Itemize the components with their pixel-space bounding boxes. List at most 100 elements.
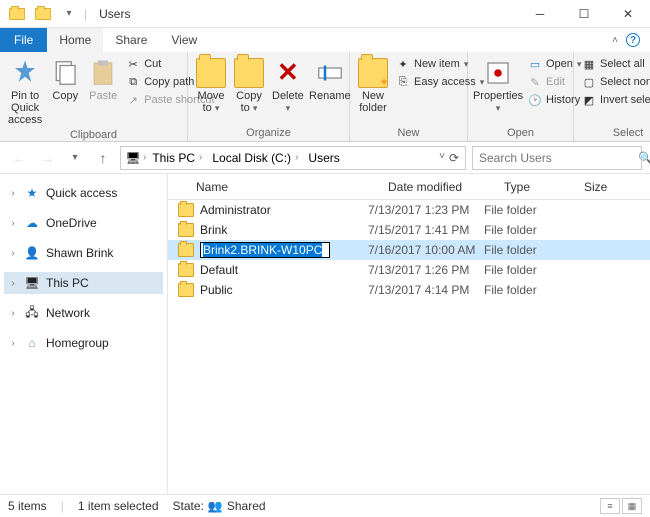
nav-network[interactable]: ›🖧Network xyxy=(4,302,163,324)
qat-folder2-icon[interactable] xyxy=(32,3,54,25)
table-row[interactable]: Public 7/13/2017 4:14 PMFile folder xyxy=(168,280,650,300)
table-row[interactable]: 7/16/2017 10:00 AMFile folder xyxy=(168,240,650,260)
row-name: Administrator xyxy=(200,203,271,217)
folder-icon xyxy=(178,223,194,237)
nav-forward-button[interactable]: → xyxy=(36,147,58,169)
maximize-button[interactable]: ☐ xyxy=(562,0,606,28)
row-name: Default xyxy=(200,263,238,277)
shortcut-icon: ↗ xyxy=(126,93,140,107)
qat-folder-icon[interactable] xyxy=(6,3,28,25)
folder-icon xyxy=(178,283,194,297)
select-none-icon: ▢ xyxy=(582,75,596,89)
nav-user[interactable]: ›👤Shawn Brink xyxy=(4,242,163,264)
status-state-value: Shared xyxy=(227,499,266,513)
network-icon: 🖧 xyxy=(24,305,40,321)
rename-button[interactable]: Rename xyxy=(310,56,350,116)
row-type: File folder xyxy=(484,283,564,297)
breadcrumb[interactable]: 🖥 › This PC› Local Disk (C:)› Users ˅ ⟳ xyxy=(120,146,466,170)
refresh-icon[interactable]: ⟳ xyxy=(449,151,459,165)
row-date: 7/13/2017 4:14 PM xyxy=(368,283,484,297)
search-box[interactable]: 🔍 xyxy=(472,146,642,170)
homegroup-icon: ⌂ xyxy=(24,335,40,351)
row-date: 7/13/2017 1:26 PM xyxy=(368,263,484,277)
group-new-label: New xyxy=(356,126,461,139)
nav-quick-access[interactable]: ›★Quick access xyxy=(4,182,163,204)
group-open-label: Open xyxy=(474,126,567,139)
invert-icon: ◩ xyxy=(582,93,596,107)
star-icon: ★ xyxy=(24,185,40,201)
folder-icon xyxy=(178,203,194,217)
view-details-icon[interactable]: ≡ xyxy=(600,498,620,514)
search-input[interactable] xyxy=(479,151,634,165)
table-row[interactable]: Default 7/13/2017 1:26 PMFile folder xyxy=(168,260,650,280)
open-icon: ▭ xyxy=(528,57,542,71)
ribbon-collapse-icon[interactable]: ˄ xyxy=(612,35,618,46)
col-header-type[interactable]: Type xyxy=(504,180,584,194)
col-header-date[interactable]: Date modified xyxy=(388,180,504,194)
tab-home[interactable]: Home xyxy=(47,28,103,52)
view-large-icon[interactable]: ▦ xyxy=(622,498,642,514)
cloud-icon: ☁ xyxy=(24,215,40,231)
status-item-count: 5 items xyxy=(8,499,47,513)
nav-this-pc[interactable]: ›🖥This PC xyxy=(4,272,163,294)
tab-share[interactable]: Share xyxy=(103,28,159,52)
edit-button: ✎Edit xyxy=(526,74,583,90)
row-type: File folder xyxy=(484,223,564,237)
group-clipboard-label: Clipboard xyxy=(6,128,181,141)
row-type: File folder xyxy=(484,243,564,257)
shared-icon: 👥 xyxy=(208,499,223,513)
select-none-button[interactable]: ▢Select none xyxy=(580,74,650,90)
breadcrumb-seg-1[interactable]: Local Disk (C:)› xyxy=(208,151,302,165)
row-date: 7/16/2017 10:00 AM xyxy=(368,243,484,257)
row-type: File folder xyxy=(484,263,564,277)
delete-x-icon: ✕ xyxy=(273,58,303,88)
select-all-button[interactable]: ▦Select all xyxy=(580,56,650,72)
minimize-button[interactable]: ─ xyxy=(518,0,562,28)
pc-icon: 🖥 xyxy=(125,150,141,166)
row-name: Public xyxy=(200,283,233,297)
pin-quick-access-button[interactable]: Pin to Quick access xyxy=(6,56,44,128)
group-organize-label: Organize xyxy=(194,126,343,139)
invert-selection-button[interactable]: ◩Invert selection xyxy=(580,92,650,108)
help-icon[interactable]: ? xyxy=(626,33,640,47)
properties-button[interactable]: Properties ▾ xyxy=(474,56,522,116)
col-header-size[interactable]: Size xyxy=(584,180,650,194)
close-button[interactable]: ✕ xyxy=(606,0,650,28)
row-date: 7/13/2017 1:23 PM xyxy=(368,203,484,217)
scissors-icon: ✂ xyxy=(126,57,140,71)
status-state-label: State: xyxy=(173,499,204,513)
pc-icon: 🖥 xyxy=(24,275,40,291)
delete-button[interactable]: ✕ Delete ▾ xyxy=(270,56,306,116)
row-name: Brink xyxy=(200,223,227,237)
nav-up-button[interactable]: ↑ xyxy=(92,147,114,169)
folder-icon xyxy=(178,263,194,277)
row-date: 7/15/2017 1:41 PM xyxy=(368,223,484,237)
nav-back-button[interactable]: ← xyxy=(8,147,30,169)
new-item-icon: ✦ xyxy=(396,57,410,71)
nav-recent-button[interactable]: ▾ xyxy=(64,147,86,169)
group-select-label: Select xyxy=(580,126,650,139)
rename-input[interactable] xyxy=(200,242,330,258)
table-row[interactable]: Brink 7/15/2017 1:41 PMFile folder xyxy=(168,220,650,240)
table-row[interactable]: Administrator 7/13/2017 1:23 PMFile folde… xyxy=(168,200,650,220)
status-selected-count: 1 item selected xyxy=(78,499,159,513)
tab-file[interactable]: File xyxy=(0,28,47,52)
edit-icon: ✎ xyxy=(528,75,542,89)
col-header-name[interactable]: Name xyxy=(196,180,388,194)
qat-dropdown[interactable]: ▾ xyxy=(58,3,80,25)
breadcrumb-seg-0[interactable]: This PC› xyxy=(148,151,206,165)
copy-button[interactable]: Copy xyxy=(48,56,82,116)
paste-button: Paste xyxy=(86,56,120,116)
breadcrumb-seg-2[interactable]: Users xyxy=(304,151,343,165)
breadcrumb-dropdown[interactable]: ˅ xyxy=(439,151,445,165)
easy-access-icon: ⎘ xyxy=(396,75,410,89)
tab-view[interactable]: View xyxy=(159,28,209,52)
window-title: Users xyxy=(99,7,130,21)
new-folder-button[interactable]: New folder xyxy=(356,56,390,116)
row-type: File folder xyxy=(484,203,564,217)
paste-shortcut-button: ↗Paste shortcut xyxy=(124,92,216,108)
search-icon: 🔍 xyxy=(638,151,650,165)
nav-homegroup[interactable]: ›⌂Homegroup xyxy=(4,332,163,354)
nav-onedrive[interactable]: ›☁OneDrive xyxy=(4,212,163,234)
copy-to-button[interactable]: Copy to ▾ xyxy=(232,56,266,116)
